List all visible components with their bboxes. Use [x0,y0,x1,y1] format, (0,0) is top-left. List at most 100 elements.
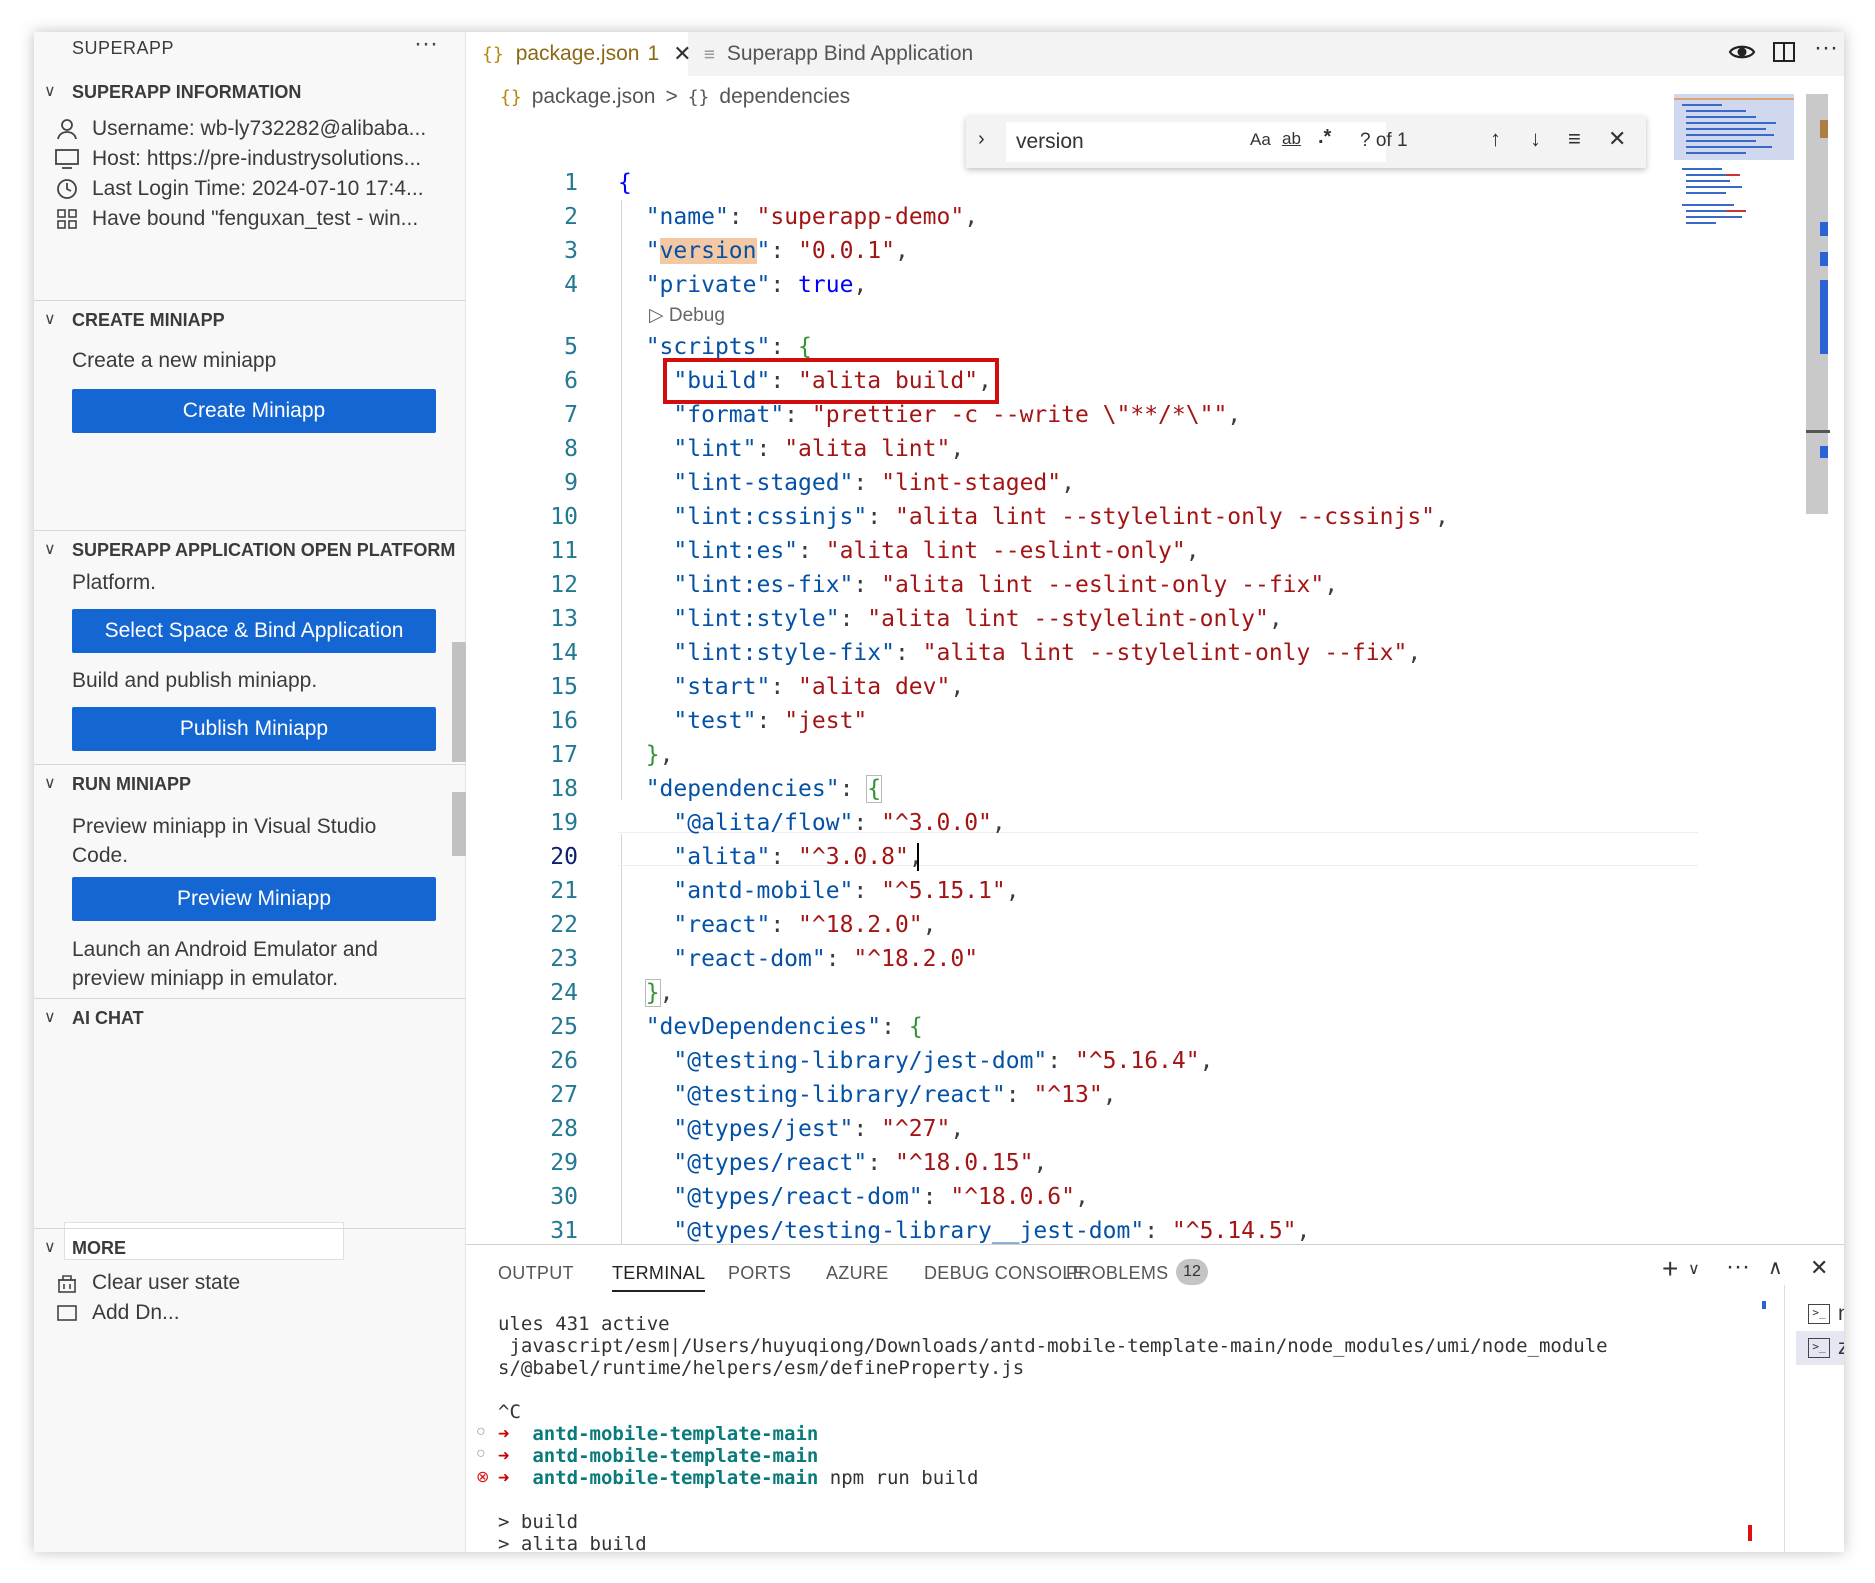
minimap[interactable] [1674,94,1794,234]
superapp-sidebar: SUPERAPP ··· ∨ SUPERAPP INFORMATION User… [34,32,466,1552]
terminal-instance-node[interactable]: >_ node [1796,1297,1844,1331]
vscode-window: SUPERAPP ··· ∨ SUPERAPP INFORMATION User… [34,32,1844,1552]
emulator-desc-line2: preview miniapp in emulator. [72,967,339,990]
line-number: 29 [550,1150,578,1176]
code-line-27: "@testing-library/react": "^13", [673,1082,1117,1108]
tab-superapp-bind-application[interactable]: ≡ Superapp Bind Application [688,32,1020,76]
panel-tab-azure[interactable]: AZURE [826,1263,889,1284]
match-case-icon[interactable]: Aa [1250,130,1271,150]
section-run-miniapp[interactable]: ∨ RUN MINIAPP [34,768,466,800]
line-number: 20 [550,844,578,870]
arrow-down-icon[interactable]: ↓ [1530,126,1541,152]
panel-tab-output[interactable]: OUTPUT [498,1263,574,1284]
info-host[interactable]: Host: https://pre-industrysolutions... [54,144,421,174]
select-space-bind-button[interactable]: Select Space & Bind Application [72,609,436,653]
bottom-panel: OUTPUT TERMINAL PORTS AZURE DEBUG CONSOL… [466,1244,1844,1552]
chevron-down-icon: ∨ [44,775,56,792]
line-number: 31 [550,1218,578,1244]
breadcrumb-node[interactable]: dependencies [719,85,850,109]
command-success-icon: ○ [476,1423,486,1440]
eye-icon[interactable] [1728,40,1756,71]
terminal-instance-zsh[interactable]: >_ zsh [1796,1331,1844,1365]
sidebar-scrollbar[interactable] [452,642,466,762]
line-number: 7 [564,402,578,428]
code-line-25: "devDependencies": { [645,1014,923,1040]
panel-more-icon[interactable]: ··· [1726,1253,1750,1281]
line-number: 23 [550,946,578,972]
tab-label: package.json [515,42,640,65]
panel-tab-debug-console[interactable]: DEBUG CONSOLE [924,1263,1085,1284]
more-item-partial[interactable]: Add Dn... [54,1298,180,1328]
whole-word-icon[interactable]: ab [1282,129,1301,149]
json-file-icon: {} [482,43,504,65]
code-line-23: "react-dom": "^18.2.0" [673,946,979,972]
section-more[interactable]: ∨ MORE [34,1232,466,1264]
section-ai-chat[interactable]: ∨ AI CHAT [34,1002,466,1034]
line-number: 3 [564,238,578,264]
editor-more-icon[interactable]: ··· [1814,34,1838,62]
list-icon [54,1300,80,1326]
command-error-icon: ⊗ [476,1469,490,1486]
play-icon: ▷ [649,305,669,326]
chevron-down-icon[interactable]: ∨ [1688,1259,1700,1279]
code-line-16: "test": "jest" [673,708,868,734]
regex-icon[interactable]: .* [1318,126,1331,149]
preview-file-icon: ≡ [704,43,715,65]
code-editor[interactable]: 1 2 3 4 5 6 7 8 9 10 11 12 13 14 15 16 17 18 19 20 21 22 23 24 2… [466,166,1706,1276]
ellipsis-icon[interactable]: ··· [414,32,438,58]
panel-tab-ports[interactable]: PORTS [728,1263,791,1284]
terminal-line: > build [498,1511,579,1533]
panel-tab-terminal[interactable]: TERMINAL [612,1263,706,1292]
chevron-down-icon: ∨ [44,541,56,558]
chevron-down-icon: ∨ [44,311,56,328]
chevron-down-icon: ∨ [44,1009,56,1026]
split-editor-icon[interactable] [1772,40,1796,71]
prompt-arrow-icon: ➜ [498,1445,510,1467]
create-desc: Create a new miniapp [72,349,277,372]
section-open-platform[interactable]: ∨ SUPERAPP APPLICATION OPEN PLATFORM [34,534,466,566]
object-icon: {} [687,86,710,108]
info-last-login[interactable]: Last Login Time: 2024-07-10 17:4... [54,174,424,204]
clear-user-state-label: Clear user state [92,1271,241,1294]
section-title: MORE [72,1238,126,1258]
overview-ruler-mark [1820,120,1828,138]
code-line-4: "private": true, [645,272,868,298]
code-line-20: "alita": "^3.0.8", [673,844,923,870]
close-panel-icon[interactable]: ✕ [1810,1255,1828,1281]
line-number: 18 [550,776,578,802]
info-bound[interactable]: Have bound "fenguxan_test - win... [54,204,418,234]
info-username[interactable]: Username: wb-ly732282@alibaba... [54,114,426,144]
create-miniapp-button[interactable]: Create Miniapp [72,389,436,433]
close-icon[interactable]: ✕ [1608,126,1626,152]
line-number: 5 [564,334,578,360]
username-text: Username: wb-ly732282@alibaba... [92,117,427,140]
breadcrumb-separator: > [665,85,678,108]
line-number: 27 [550,1082,578,1108]
code-line-11: "lint:es": "alita lint --eslint-only", [673,538,1200,564]
chevron-right-icon[interactable]: › [978,128,985,151]
apps-grid-icon [54,206,80,232]
terminal-scroll-mark [1762,1301,1766,1309]
prompt-arrow-icon: ➜ [498,1467,510,1489]
line-number: 16 [550,708,578,734]
new-terminal-icon[interactable]: + [1662,1253,1678,1285]
maximize-panel-icon[interactable]: ∧ [1768,1255,1783,1280]
tab-package-json[interactable]: {} package.json 1 ✕ [466,32,692,76]
prompt-dir: antd-mobile-template-main [532,1467,819,1489]
sidebar-scrollbar-2[interactable] [452,792,466,856]
terminal-icon: >_ [1808,1338,1830,1358]
preview-miniapp-button[interactable]: Preview Miniapp [72,877,436,921]
publish-miniapp-button[interactable]: Publish Miniapp [72,707,436,751]
find-in-selection-icon[interactable]: ≡ [1568,126,1581,152]
debug-codelens[interactable]: ▷ Debug [649,304,725,330]
line-number: 10 [550,504,578,530]
code-line-29: "@types/react": "^18.0.15", [673,1150,1048,1176]
panel-tab-problems[interactable]: PROBLEMS [1066,1263,1168,1284]
arrow-up-icon[interactable]: ↑ [1490,126,1501,152]
clear-user-state-item[interactable]: Clear user state [54,1268,240,1298]
section-create-miniapp[interactable]: ∨ CREATE MINIAPP [34,304,466,336]
terminal-line: ^C [498,1401,521,1423]
section-superapp-information[interactable]: ∨ SUPERAPP INFORMATION [34,76,466,108]
emulator-desc-line1: Launch an Android Emulator and [72,938,378,961]
breadcrumb-file[interactable]: package.json [532,85,656,109]
